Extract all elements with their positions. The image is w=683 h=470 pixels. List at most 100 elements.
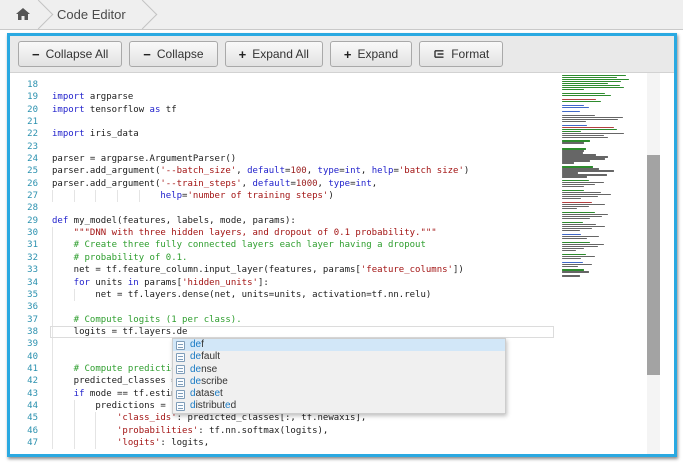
indent-guide [52, 412, 74, 424]
snippet-icon [176, 402, 185, 411]
suggest-item-dataset[interactable]: dataset [173, 388, 505, 400]
code-line[interactable]: 45'class_ids': predicted_classes[:, tf.n… [10, 412, 674, 424]
suggest-item-distributed[interactable]: distributed [173, 400, 505, 412]
plus-icon: + [344, 48, 352, 61]
line-number: 18 [10, 79, 38, 91]
indent-guide [74, 437, 96, 449]
button-label: Format [451, 47, 489, 61]
indent-guide [52, 338, 74, 350]
toolbar: −Collapse All−Collapse+Expand All+Expand… [10, 36, 674, 73]
breadcrumb-item-code-editor[interactable]: Code Editor [51, 7, 140, 22]
line-number: 27 [10, 190, 38, 202]
button-label: Collapse [157, 47, 204, 61]
line-content: 'probabilities': tf.nn.softmax(logits), [38, 426, 328, 436]
vertical-scrollbar[interactable] [647, 73, 660, 454]
indent-guide [95, 190, 117, 202]
line-number: 22 [10, 128, 38, 140]
chevron-right-icon [127, 0, 157, 29]
expand-all-button[interactable]: + Expand All [225, 41, 323, 67]
line-content: import iris_data [38, 129, 139, 139]
collapse-button[interactable]: −Collapse [129, 41, 217, 67]
line-number: 21 [10, 116, 38, 128]
suggest-label: distributed [190, 400, 236, 412]
line-content: help='number of training steps') [38, 191, 334, 201]
line-number: 42 [10, 375, 38, 387]
collapse-all-button[interactable]: −Collapse All [18, 41, 122, 67]
code-editor-panel: −Collapse All−Collapse+Expand All+Expand… [7, 33, 677, 457]
line-number: 25 [10, 165, 38, 177]
plus-icon: + [239, 48, 247, 61]
indent-guide [139, 190, 161, 202]
line-content: 'logits': logits, [38, 438, 209, 448]
minus-icon: − [32, 48, 40, 61]
indent-guide [52, 277, 74, 289]
line-content: # Create three fully connected layers ea… [38, 240, 426, 250]
line-number: 41 [10, 363, 38, 375]
button-label: Expand [358, 47, 399, 61]
expand-button[interactable]: + Expand [330, 41, 412, 67]
line-number: 20 [10, 104, 38, 116]
code-line[interactable]: 37# Compute logits (1 per class). [10, 314, 674, 326]
code-line[interactable]: 47'logits': logits, [10, 437, 674, 449]
scrollbar-thumb[interactable] [647, 155, 660, 375]
indent-guide [52, 388, 74, 400]
line-number: 45 [10, 412, 38, 424]
format-icon [433, 48, 445, 60]
line-content: # Compute logits (1 per class). [38, 315, 242, 325]
minus-icon: − [143, 48, 151, 61]
indent-guide [52, 301, 74, 313]
suggest-item-dense[interactable]: dense [173, 364, 505, 376]
suggest-item-describe[interactable]: describe [173, 376, 505, 388]
code-line[interactable]: 38logits = tf.layers.de [10, 326, 674, 338]
code-editor[interactable]: 1819import argparse20import tensorflow a… [10, 73, 674, 454]
indent-guide [52, 227, 74, 239]
suggest-label: dense [190, 364, 217, 376]
indent-guide [52, 264, 74, 276]
suggest-item-default[interactable]: default [173, 351, 505, 363]
indent-guide [52, 314, 74, 326]
snippet-icon [176, 390, 185, 399]
line-content [38, 302, 74, 312]
line-number: 35 [10, 289, 38, 301]
indent-guide [52, 252, 74, 264]
line-content: parser = argparse.ArgumentParser() [38, 154, 236, 164]
indent-guide [74, 412, 96, 424]
indent-guide [52, 351, 74, 363]
indent-guide [95, 437, 117, 449]
indent-guide [74, 190, 96, 202]
line-number: 38 [10, 326, 38, 338]
code-line[interactable]: 35net = tf.layers.dense(net, units=units… [10, 289, 674, 301]
line-content [38, 142, 52, 152]
indent-guide [95, 412, 117, 424]
line-number: 31 [10, 239, 38, 251]
code-line[interactable]: 36 [10, 301, 674, 313]
snippet-icon [176, 341, 185, 350]
line-number: 43 [10, 388, 38, 400]
line-number: 32 [10, 252, 38, 264]
line-content: # probability of 0.1. [38, 253, 187, 263]
indent-guide [95, 425, 117, 437]
button-label: Expand All [252, 47, 309, 61]
line-number: 47 [10, 437, 38, 449]
indent-guide [52, 326, 74, 338]
snippet-icon [176, 365, 185, 374]
suggest-label: default [190, 351, 220, 363]
snippet-icon [176, 353, 185, 362]
indent-guide [52, 437, 74, 449]
line-content: import argparse [38, 92, 133, 102]
line-content: 'class_ids': predicted_classes[:, tf.new… [38, 413, 366, 423]
line-content: import tensorflow as tf [38, 105, 177, 115]
minimap[interactable] [560, 75, 634, 289]
code-line[interactable]: 46'probabilities': tf.nn.softmax(logits)… [10, 425, 674, 437]
line-content: """DNN with three hidden layers, and dro… [38, 228, 437, 238]
format-button[interactable]: Format [419, 41, 503, 67]
suggest-item-def[interactable]: def [173, 339, 505, 351]
line-content [38, 203, 52, 213]
line-content: predicted_classes = t [38, 376, 187, 386]
line-number: 37 [10, 314, 38, 326]
indent-guide [74, 400, 96, 412]
line-content [38, 339, 74, 349]
snippet-icon [176, 378, 185, 387]
line-content: parser.add_argument('--batch_size', defa… [38, 166, 469, 176]
line-content: net = tf.layers.dense(net, units=units, … [38, 290, 431, 300]
